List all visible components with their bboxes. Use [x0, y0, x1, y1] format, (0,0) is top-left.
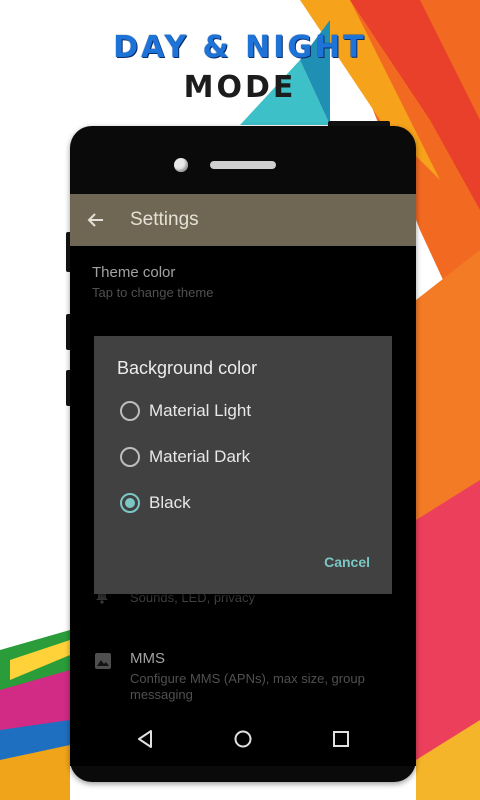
option-material-dark[interactable]: Material Dark: [120, 443, 250, 471]
option-label: Material Light: [149, 401, 252, 420]
option-black[interactable]: Black: [120, 489, 191, 517]
phone-power-button: [328, 121, 390, 126]
promo-title-line2: MODE: [183, 70, 297, 105]
phone-screen: Settings Theme color Tap to change theme…: [70, 194, 416, 766]
dialog-title: Background color: [117, 358, 258, 378]
square-recents-icon[interactable]: [332, 729, 350, 754]
radio-button-unchecked[interactable]: [120, 447, 140, 467]
option-label: Black: [149, 493, 191, 512]
triangle-back-icon[interactable]: [136, 729, 154, 754]
phone-frame: Settings Theme color Tap to change theme…: [66, 121, 416, 782]
option-material-light[interactable]: Material Light: [120, 397, 251, 425]
arrow-left-icon[interactable]: [70, 210, 122, 230]
background-color-dialog: Background color Material Light Material…: [94, 336, 392, 594]
system-nav-bar: [70, 716, 416, 766]
radio-button-checked[interactable]: [120, 493, 140, 513]
circle-home-icon[interactable]: [233, 729, 253, 754]
app-toolbar: Settings: [70, 194, 416, 246]
earpiece-speaker: [210, 161, 276, 169]
front-camera: [174, 158, 188, 172]
option-label: Material Dark: [149, 447, 251, 466]
toolbar-title: Settings: [130, 209, 199, 230]
radio-button-unchecked[interactable]: [120, 401, 140, 421]
cancel-button[interactable]: Cancel: [324, 554, 370, 570]
promo-title-line1: DAY & NIGHT: [113, 30, 367, 65]
